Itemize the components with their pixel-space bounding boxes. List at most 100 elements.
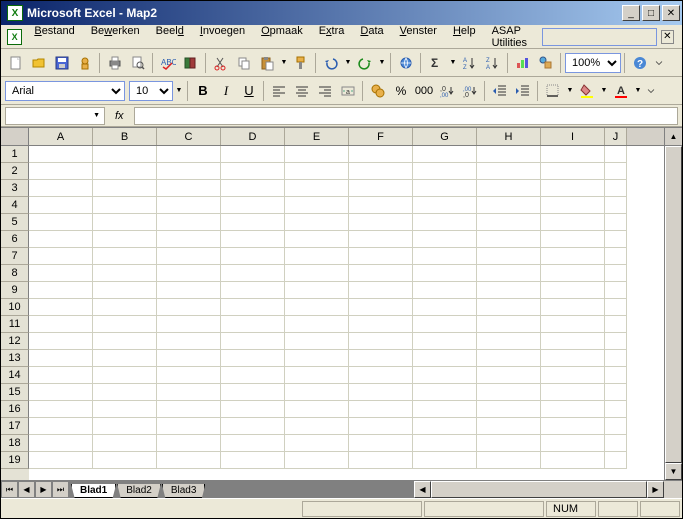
cell-E18[interactable]	[285, 435, 349, 452]
spelling-button[interactable]: ABC	[157, 52, 179, 74]
row-header-10[interactable]: 10	[1, 299, 29, 316]
cell-E6[interactable]	[285, 231, 349, 248]
vscroll-thumb[interactable]	[665, 146, 682, 463]
cell-D15[interactable]	[221, 384, 285, 401]
cell-F13[interactable]	[349, 350, 413, 367]
cell-C5[interactable]	[157, 214, 221, 231]
cell-G5[interactable]	[413, 214, 477, 231]
cell-I5[interactable]	[541, 214, 605, 231]
cell-D16[interactable]	[221, 401, 285, 418]
cut-button[interactable]	[210, 52, 232, 74]
cell-H8[interactable]	[477, 265, 541, 282]
cell-I11[interactable]	[541, 316, 605, 333]
col-header-D[interactable]: D	[221, 128, 285, 145]
cell-J7[interactable]	[605, 248, 627, 265]
menu-invoegen[interactable]: Invoegen	[192, 23, 253, 51]
row-header-17[interactable]: 17	[1, 418, 29, 435]
decrease-decimal-button[interactable]: ,00,0	[459, 80, 481, 102]
cell-G1[interactable]	[413, 146, 477, 163]
cell-G18[interactable]	[413, 435, 477, 452]
cell-F2[interactable]	[349, 163, 413, 180]
vertical-scrollbar[interactable]: ▼	[664, 146, 682, 480]
cell-G2[interactable]	[413, 163, 477, 180]
menu-bestand[interactable]: Bestand	[26, 23, 82, 51]
name-box-dropdown[interactable]: ▼	[93, 112, 100, 119]
col-header-F[interactable]: F	[349, 128, 413, 145]
cell-I14[interactable]	[541, 367, 605, 384]
font-color-button[interactable]: A	[610, 80, 632, 102]
cell-I9[interactable]	[541, 282, 605, 299]
cell-H6[interactable]	[477, 231, 541, 248]
redo-button[interactable]	[354, 52, 376, 74]
cell-G19[interactable]	[413, 452, 477, 469]
cell-A4[interactable]	[29, 197, 93, 214]
cell-D14[interactable]	[221, 367, 285, 384]
cell-D10[interactable]	[221, 299, 285, 316]
cell-I4[interactable]	[541, 197, 605, 214]
cell-C4[interactable]	[157, 197, 221, 214]
italic-button[interactable]: I	[215, 80, 237, 102]
cell-F5[interactable]	[349, 214, 413, 231]
col-header-B[interactable]: B	[93, 128, 157, 145]
borders-dropdown[interactable]: ▼	[565, 87, 575, 94]
cell-G4[interactable]	[413, 197, 477, 214]
cell-E16[interactable]	[285, 401, 349, 418]
increase-indent-button[interactable]	[512, 80, 534, 102]
cell-J15[interactable]	[605, 384, 627, 401]
cell-F14[interactable]	[349, 367, 413, 384]
row-header-4[interactable]: 4	[1, 197, 29, 214]
maximize-button[interactable]: □	[642, 5, 660, 21]
cell-A12[interactable]	[29, 333, 93, 350]
col-header-J[interactable]: J	[605, 128, 627, 145]
fill-color-button[interactable]	[576, 80, 598, 102]
cell-B14[interactable]	[93, 367, 157, 384]
cell-G8[interactable]	[413, 265, 477, 282]
cell-I6[interactable]	[541, 231, 605, 248]
cell-A19[interactable]	[29, 452, 93, 469]
cell-E4[interactable]	[285, 197, 349, 214]
cell-I13[interactable]	[541, 350, 605, 367]
cell-H4[interactable]	[477, 197, 541, 214]
cell-D11[interactable]	[221, 316, 285, 333]
row-header-12[interactable]: 12	[1, 333, 29, 350]
cell-B12[interactable]	[93, 333, 157, 350]
cell-B11[interactable]	[93, 316, 157, 333]
cell-H10[interactable]	[477, 299, 541, 316]
cell-J19[interactable]	[605, 452, 627, 469]
cell-F11[interactable]	[349, 316, 413, 333]
cell-C17[interactable]	[157, 418, 221, 435]
cell-G17[interactable]	[413, 418, 477, 435]
scroll-right-button[interactable]: ▶	[647, 481, 664, 498]
align-center-button[interactable]	[291, 80, 313, 102]
cell-F19[interactable]	[349, 452, 413, 469]
document-close-button[interactable]: ✕	[661, 30, 674, 44]
cell-G15[interactable]	[413, 384, 477, 401]
print-button[interactable]	[104, 52, 126, 74]
cell-B3[interactable]	[93, 180, 157, 197]
paste-button[interactable]	[256, 52, 278, 74]
row-header-7[interactable]: 7	[1, 248, 29, 265]
merge-center-button[interactable]: a	[337, 80, 359, 102]
sort-desc-button[interactable]: ZA	[482, 52, 504, 74]
cell-A11[interactable]	[29, 316, 93, 333]
tab-nav-next[interactable]: ▶	[35, 481, 52, 498]
cell-F3[interactable]	[349, 180, 413, 197]
borders-button[interactable]	[542, 80, 564, 102]
cell-D17[interactable]	[221, 418, 285, 435]
scroll-down-button[interactable]: ▼	[665, 463, 682, 480]
cell-H13[interactable]	[477, 350, 541, 367]
cell-I7[interactable]	[541, 248, 605, 265]
cell-A7[interactable]	[29, 248, 93, 265]
cell-E8[interactable]	[285, 265, 349, 282]
name-box[interactable]: ▼	[5, 107, 105, 125]
menu-opmaak[interactable]: Opmaak	[253, 23, 311, 51]
decrease-indent-button[interactable]	[489, 80, 511, 102]
cell-H16[interactable]	[477, 401, 541, 418]
cell-F18[interactable]	[349, 435, 413, 452]
cell-I2[interactable]	[541, 163, 605, 180]
row-header-14[interactable]: 14	[1, 367, 29, 384]
currency-button[interactable]	[367, 80, 389, 102]
sheet-tab-blad1[interactable]: Blad1	[71, 484, 116, 498]
toolbar-options-button[interactable]	[652, 52, 666, 74]
cell-B4[interactable]	[93, 197, 157, 214]
